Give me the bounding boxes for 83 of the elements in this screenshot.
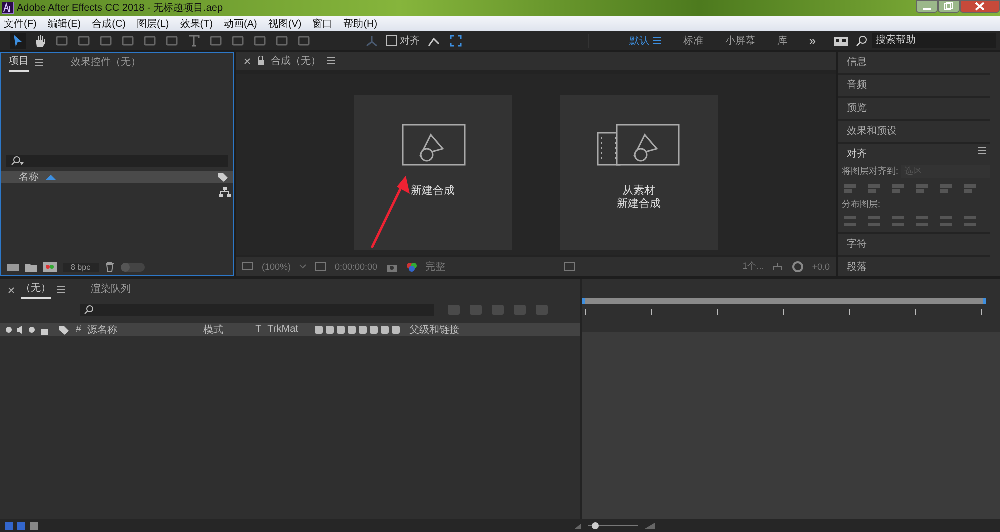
zoom-out-icon[interactable] — [574, 522, 582, 530]
panel-tab[interactable]: 渲染队列 — [91, 282, 131, 298]
minimize-button[interactable] — [916, 0, 938, 13]
panel-tab[interactable]: 项目 — [9, 54, 29, 72]
menu-item[interactable]: 效果(T) — [180, 16, 214, 30]
tag-icon[interactable] — [217, 172, 229, 182]
name-column-header[interactable]: 名称 — [19, 170, 39, 184]
text-tool-icon[interactable] — [186, 32, 202, 48]
menu-item[interactable]: 图层(L) — [137, 16, 170, 30]
workspace-tab[interactable]: 库 — [777, 34, 788, 48]
workspace-tab[interactable]: 小屏幕 — [725, 34, 756, 48]
thumbnail-slider[interactable] — [120, 262, 145, 272]
folder-icon[interactable] — [25, 262, 37, 272]
menu-item[interactable]: 帮助(H) — [344, 16, 378, 30]
column-heading: # — [76, 324, 82, 335]
panel-header[interactable]: 预览 — [838, 98, 990, 121]
close-button[interactable] — [960, 0, 1000, 13]
menu-item[interactable]: 动画(A) — [224, 16, 258, 30]
menu-icon[interactable] — [57, 286, 65, 294]
column-heading: 模式 — [204, 324, 225, 336]
column-heading: TrkMat — [268, 324, 300, 335]
close-icon — [975, 2, 985, 11]
exposure-value[interactable]: +0.0 — [812, 262, 830, 272]
column-heading: 父级和链接 — [410, 324, 460, 336]
current-time-display[interactable]: 0:00:00:00 — [335, 262, 378, 272]
column-heading: 源名称 — [88, 324, 119, 336]
restore-button[interactable] — [938, 0, 960, 13]
zoom-in-icon[interactable] — [644, 522, 656, 530]
restore-icon — [944, 2, 954, 11]
workspace-tab[interactable]: 标准 — [683, 34, 704, 48]
exposure-icon[interactable] — [792, 260, 804, 272]
workspace-tab[interactable]: 默认 — [629, 34, 650, 48]
menu-icon[interactable] — [978, 147, 986, 155]
column-heading: T — [256, 324, 262, 335]
lock-icon[interactable] — [257, 56, 265, 66]
trash-icon[interactable] — [104, 262, 115, 272]
project-search-field[interactable] — [6, 155, 228, 167]
window-title: Adobe After Effects CC 2018 - 无标题项目.aep — [17, 2, 224, 15]
snap-checkbox[interactable]: 对齐 — [386, 34, 420, 48]
card-label: 从素材 新建合成 — [617, 185, 661, 211]
color-channels-icon[interactable] — [406, 262, 418, 272]
sort-up-icon — [45, 174, 57, 180]
menu-icon[interactable] — [327, 57, 335, 65]
panel-header[interactable]: 音频 — [838, 75, 990, 98]
menu-icon[interactable] — [35, 59, 43, 67]
more-workspaces-button[interactable]: » — [809, 34, 816, 48]
panel-header[interactable]: 效果和预设 — [838, 121, 990, 144]
layer-search-field[interactable] — [80, 304, 434, 316]
timeline-track-area[interactable] — [582, 332, 1000, 519]
card-label: 新建合成 — [411, 185, 455, 198]
help-search-field[interactable]: 搜索帮助 — [872, 33, 996, 48]
panel-header[interactable]: 信息 — [838, 52, 990, 75]
composition-from-footage-card[interactable]: 从素材 新建合成 — [560, 95, 718, 250]
align-to-label: 将图层对齐到: — [842, 165, 899, 178]
panel-tab[interactable]: 效果控件（无） — [71, 55, 141, 71]
chevron-down-icon[interactable] — [299, 264, 308, 269]
resolution-dropdown[interactable]: 完整 — [426, 260, 556, 274]
distribute-label: 分布图层: — [842, 198, 882, 211]
snap-bracket-icon[interactable] — [448, 32, 464, 48]
footage-composition-icon — [597, 123, 681, 169]
new-composition-icon[interactable] — [43, 262, 57, 272]
search-icon — [856, 34, 868, 46]
magnification-dropdown[interactable]: (100%) — [262, 262, 292, 272]
panel-tab[interactable]: 合成（无） — [271, 54, 321, 68]
panel-tab[interactable]: （无） — [21, 281, 51, 299]
tag-icon — [58, 324, 70, 334]
menu-icon[interactable] — [653, 36, 662, 44]
app-logo-icon — [2, 2, 14, 14]
menu-item[interactable]: 合成(C) — [92, 16, 126, 30]
close-icon[interactable] — [244, 58, 251, 64]
panel-header[interactable]: 字符 — [838, 234, 990, 257]
menu-item[interactable]: 视图(V) — [268, 16, 302, 30]
monitor-icon[interactable] — [242, 262, 254, 272]
search-icon — [11, 156, 25, 166]
align-panel-title[interactable]: 对齐 — [847, 147, 867, 161]
menu-item[interactable]: 编辑(E) — [48, 16, 82, 30]
views-dropdown[interactable]: 1个... — [742, 260, 764, 273]
zoom-slider[interactable] — [588, 520, 638, 530]
menu-item[interactable]: 窗口 — [312, 16, 333, 30]
bit-depth-button[interactable]: 8 bpc — [63, 262, 99, 272]
close-icon[interactable] — [8, 286, 15, 294]
new-composition-card[interactable]: 新建合成 — [354, 95, 512, 250]
menu-item[interactable]: 文件(F) — [4, 16, 37, 30]
